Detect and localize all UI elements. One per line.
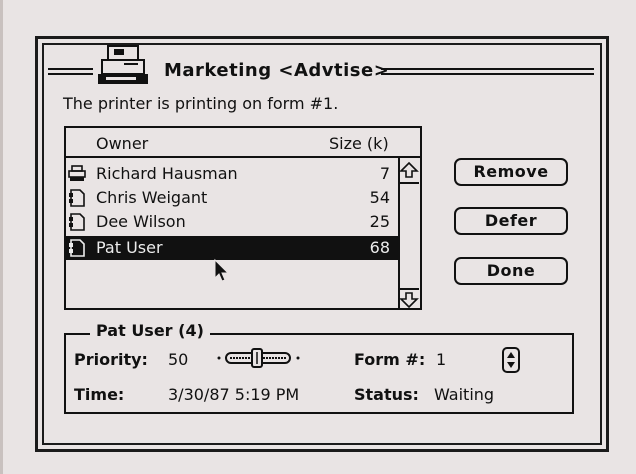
remove-button[interactable]: Remove: [454, 158, 568, 186]
scroll-up-arrow[interactable]: [399, 160, 419, 184]
done-button[interactable]: Done: [454, 257, 568, 285]
queue-row-owner: Chris Weigant: [96, 188, 208, 207]
column-header-owner: Owner: [96, 134, 149, 153]
job-details-title: Pat User (4): [90, 321, 210, 340]
down-arrow-icon: [399, 292, 419, 309]
priority-value: 50: [168, 350, 189, 369]
queue-row[interactable]: Dee Wilson 25: [66, 210, 398, 234]
title-bar-stripes-right: [381, 68, 594, 75]
column-header-size: Size (k): [329, 134, 389, 153]
defer-button[interactable]: Defer: [454, 207, 568, 235]
status-value: Waiting: [434, 385, 495, 404]
queue-row-size: 54: [369, 188, 390, 207]
scroll-down-arrow[interactable]: [399, 288, 419, 312]
form-number-stepper[interactable]: [502, 347, 520, 373]
up-arrow-icon: [399, 161, 419, 178]
priority-slider[interactable]: [216, 348, 304, 368]
title-bar-stripes-left: [48, 68, 93, 75]
form-label: Form #:: [354, 350, 426, 369]
queue-row-size: 25: [369, 212, 390, 231]
queue-row-owner: Richard Hausman: [96, 164, 238, 183]
status-label: Status:: [354, 385, 419, 404]
queue-row-size: 68: [369, 238, 390, 257]
document-icon: [69, 239, 85, 257]
printer-icon: [68, 165, 86, 181]
window-title: Marketing <Advtise>: [164, 60, 390, 81]
document-icon: [69, 189, 85, 207]
status-message: The printer is printing on form #1.: [63, 94, 339, 113]
queue-row-size: 7: [379, 164, 390, 183]
queue-row[interactable]: Richard Hausman 7: [66, 162, 398, 186]
printer-icon: [98, 45, 148, 84]
up-down-arrows-icon: [507, 352, 515, 368]
document-icon: [69, 213, 85, 231]
time-value: 3/30/87 5:19 PM: [168, 385, 300, 404]
priority-label: Priority:: [74, 350, 148, 369]
time-label: Time:: [74, 385, 125, 404]
queue-row-owner: Pat User: [96, 238, 163, 257]
queue-row-selected[interactable]: Pat User 68: [66, 236, 398, 260]
queue-row[interactable]: Chris Weigant 54: [66, 186, 398, 210]
form-value: 1: [436, 350, 447, 369]
job-details-panel: [64, 333, 574, 414]
queue-row-owner: Dee Wilson: [96, 212, 186, 231]
mouse-pointer-icon: [209, 253, 229, 282]
